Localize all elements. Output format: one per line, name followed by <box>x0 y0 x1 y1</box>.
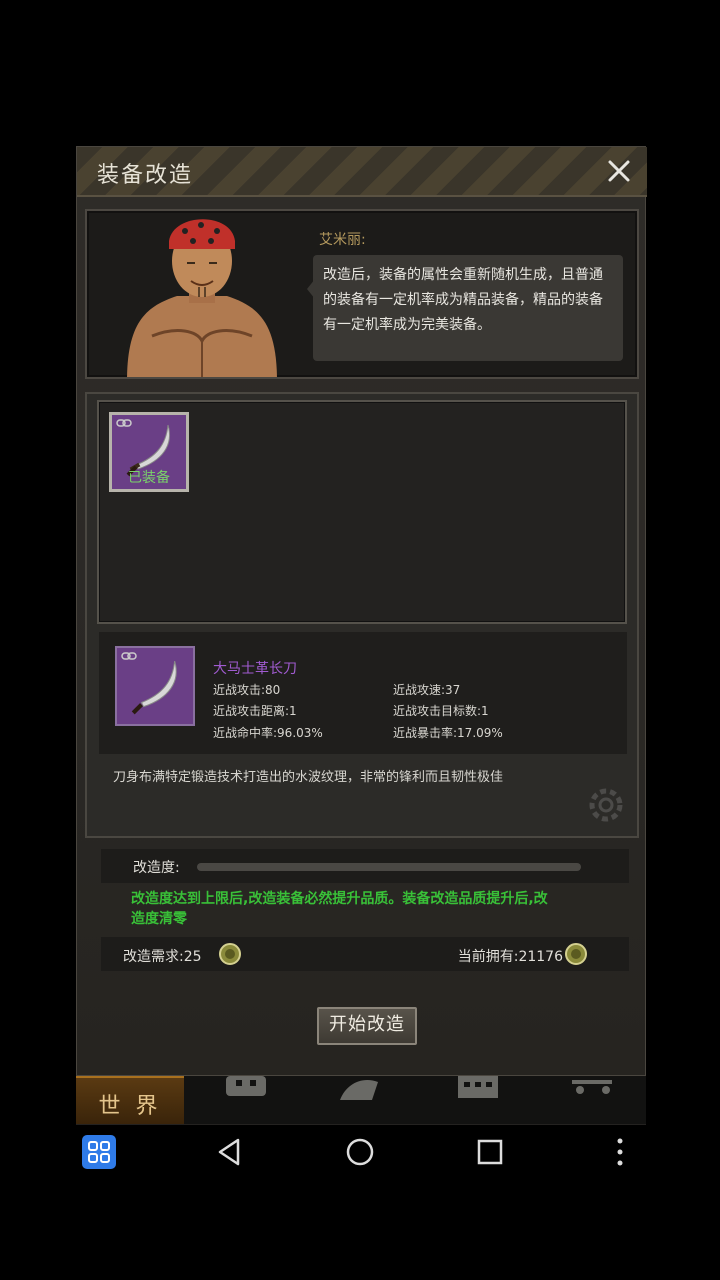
close-icon[interactable] <box>605 157 633 185</box>
scimitar-icon <box>131 660 177 715</box>
gear-icon <box>589 788 623 822</box>
nav-world-label: 世 界 <box>98 1094 162 1119</box>
item-icon <box>115 646 195 726</box>
game-bottom-nav: 世 界 <box>76 1076 646 1124</box>
back-icon[interactable] <box>212 1135 246 1169</box>
nav-world-tab[interactable]: 世 界 <box>76 1076 184 1124</box>
equipment-modify-dialog: 装备改造 艾米丽: 改造后，装备的属性会重新随机生成，且普通的装备有一定机率成为… <box>76 146 647 1076</box>
npc-name: 艾米丽: <box>319 232 366 248</box>
cost-label: 改造需求:25 <box>123 949 202 965</box>
backpack-icon[interactable] <box>218 1076 274 1102</box>
stat-melee-attack: 近战攻击:80 <box>213 683 281 697</box>
stat-melee-range: 近战攻击距离:1 <box>213 704 297 718</box>
bottle-cap-icon <box>565 943 587 965</box>
stat-melee-crit: 近战暴击率:17.09% <box>393 726 503 740</box>
more-icon[interactable] <box>603 1135 637 1169</box>
recents-icon[interactable] <box>473 1135 507 1169</box>
dialog-title: 装备改造 <box>97 163 194 188</box>
modify-progress-panel: 改造度: <box>101 849 629 883</box>
inventory-slot-scimitar[interactable]: 已装备 <box>109 412 189 492</box>
system-navigation-bar <box>0 1125 720 1180</box>
modify-hint: 改造度达到上限后,改造装备必然提升品质。装备改造品质提升后,改造度清零 <box>131 891 548 927</box>
stat-melee-hit: 近战命中率:96.03% <box>213 726 323 740</box>
equipment-panel: 已装备 大马士革长刀 近战攻击:80 近战攻速:37 近战攻击距离:1 近战攻击… <box>85 392 639 838</box>
currency-owned-label: 当前拥有:21176 <box>457 949 563 965</box>
npc-panel: 艾米丽: 改造后，装备的属性会重新随机生成，且普通的装备有一定机率成为精品装备，… <box>85 209 639 379</box>
home-icon[interactable] <box>343 1135 377 1169</box>
item-detail: 大马士革长刀 近战攻击:80 近战攻速:37 近战攻击距离:1 近战攻击目标数:… <box>99 632 627 754</box>
stat-melee-speed: 近战攻速:37 <box>393 683 461 697</box>
character-icon[interactable] <box>332 1076 388 1102</box>
item-description: 刀身布满特定锻造技术打造出的水波纹理，非常的锋利而且韧性极佳 <box>113 770 504 785</box>
item-name: 大马士革长刀 <box>213 661 297 677</box>
stat-melee-targets: 近战攻击目标数:1 <box>393 704 489 718</box>
cart-icon[interactable] <box>566 1076 622 1102</box>
npc-portrait <box>127 219 277 377</box>
app-grid-icon[interactable] <box>82 1135 116 1169</box>
equipped-badge: 已装备 <box>128 470 170 486</box>
bottle-cap-icon <box>219 943 241 965</box>
inventory-grid: 已装备 <box>97 400 627 624</box>
start-modify-button[interactable]: 开始改造 <box>317 1007 417 1045</box>
title-bar: 装备改造 <box>77 147 647 197</box>
progress-bar <box>197 863 581 871</box>
building-icon[interactable] <box>450 1076 506 1102</box>
progress-label: 改造度: <box>133 860 180 876</box>
cost-panel: 改造需求:25 当前拥有:21176 <box>101 937 629 971</box>
npc-speech-bubble: 改造后，装备的属性会重新随机生成，且普通的装备有一定机率成为精品装备，精品的装备… <box>307 255 623 361</box>
